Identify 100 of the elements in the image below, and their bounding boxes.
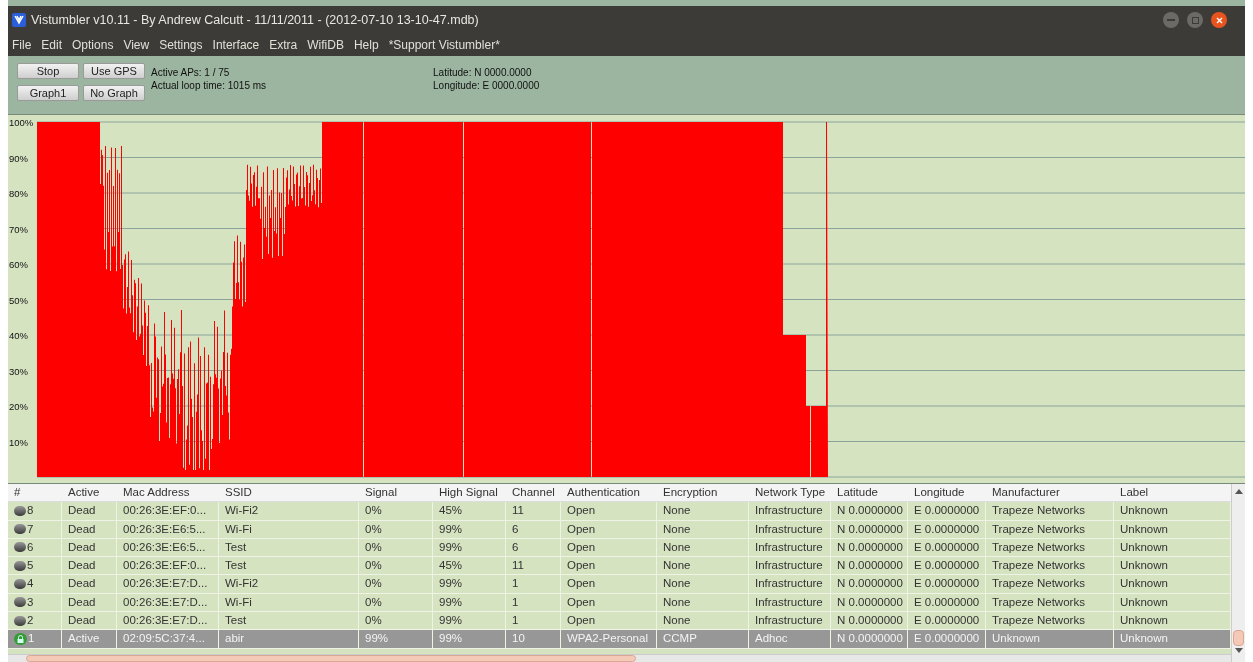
- table-row[interactable]: 4 Dead 00:26:3E:E7:D... Wi-Fi2 0% 99% 1 Open None Infrastructure N 0.0000000 E 0.0000000 Trapeze Networks Unknown: [8, 575, 1231, 594]
- table-cell: Test: [219, 612, 359, 630]
- maximize-button[interactable]: [1187, 12, 1203, 28]
- table-cell: Infrastructure: [749, 557, 831, 575]
- menu-item[interactable]: Extra: [269, 36, 298, 54]
- menu-item[interactable]: Interface: [212, 36, 260, 54]
- table-cell: Infrastructure: [749, 520, 831, 538]
- table-cell: 0%: [359, 520, 433, 538]
- minimize-button[interactable]: [1163, 12, 1179, 28]
- table-cell-text: 2: [27, 613, 34, 629]
- menu-item[interactable]: View: [123, 36, 150, 54]
- gps-text: Longitude: E 0000.0000: [433, 79, 540, 92]
- table-cell: Open: [561, 520, 657, 538]
- column-header[interactable]: Channel: [506, 484, 561, 502]
- table-cell: 0%: [359, 538, 433, 557]
- maximize-icon: [1191, 16, 1199, 24]
- toolbar-button[interactable]: Stop: [17, 63, 79, 79]
- table-cell: Dead: [62, 575, 117, 593]
- table-cell: 99%: [433, 575, 506, 593]
- table-cell: 11: [506, 557, 561, 575]
- toolbar-button[interactable]: Graph1: [17, 85, 79, 101]
- horizontal-scrollbar[interactable]: [8, 654, 1231, 662]
- column-header[interactable]: Mac Address: [117, 484, 219, 502]
- table-row[interactable]: 8 Dead 00:26:3E:EF:0... Wi-Fi2 0% 45% 11 Open None Infrastructure N 0.0000000 E 0.0000000 Trapeze Networks Unknown: [8, 502, 1231, 521]
- table-cell: 45%: [433, 502, 506, 520]
- table-cell: 00:26:3E:EF:0...: [117, 502, 219, 520]
- scrollbar-thumb[interactable]: [1233, 630, 1244, 646]
- table-cell: Dead: [62, 557, 117, 575]
- table-cell: 00:26:3E:E7:D...: [117, 593, 219, 612]
- column-header[interactable]: Latitude: [831, 484, 908, 502]
- table-cell: Trapeze Networks: [986, 575, 1114, 593]
- table-row[interactable]: 2 Dead 00:26:3E:E7:D... Test 0% 99% 1 Open None Infrastructure N 0.0000000 E 0.0000000 Trapeze Networks Unknown: [8, 612, 1231, 631]
- close-icon: [1215, 16, 1223, 24]
- table-cell: Infrastructure: [749, 612, 831, 630]
- lock-icon: [14, 632, 27, 645]
- table-cell: E 0.0000000: [908, 593, 986, 612]
- column-header[interactable]: SSID: [219, 484, 359, 502]
- table-cell: Trapeze Networks: [986, 593, 1114, 612]
- table-cell: 0%: [359, 557, 433, 575]
- column-header[interactable]: Longitude: [908, 484, 986, 502]
- menu-item[interactable]: File: [12, 36, 32, 54]
- menu-item[interactable]: Options: [72, 36, 114, 54]
- table-cell: Dead: [62, 593, 117, 612]
- table-cell: N 0.0000000: [831, 575, 908, 593]
- column-header[interactable]: Encryption: [657, 484, 749, 502]
- menu-item[interactable]: *Support Vistumbler*: [388, 36, 500, 54]
- column-header[interactable]: Authentication: [561, 484, 657, 502]
- table-cell-text: 4: [27, 576, 34, 592]
- column-header[interactable]: Network Type: [749, 484, 831, 502]
- table-cell: 1: [506, 612, 561, 630]
- column-header[interactable]: Active: [62, 484, 117, 502]
- column-header[interactable]: Manufacturer: [986, 484, 1114, 502]
- column-header[interactable]: Label: [1114, 484, 1231, 502]
- vertical-scrollbar[interactable]: [1231, 484, 1245, 662]
- toolbar-button[interactable]: Use GPS: [83, 63, 145, 79]
- table-cell: 0%: [359, 593, 433, 612]
- column-header[interactable]: Signal: [359, 484, 433, 502]
- table-row[interactable]: 5 Dead 00:26:3E:EF:0... Test 0% 45% 11 Open None Infrastructure N 0.0000000 E 0.0000000 Trapeze Networks Unknown: [8, 557, 1231, 576]
- table-cell: E 0.0000000: [908, 538, 986, 557]
- table-cell: None: [657, 612, 749, 630]
- table-cell: Trapeze Networks: [986, 557, 1114, 575]
- status-text: Actual loop time: 1015 ms: [151, 79, 267, 92]
- close-button[interactable]: [1211, 12, 1227, 28]
- table-cell: Test: [219, 557, 359, 575]
- table-cell: 00:26:3E:E6:5...: [117, 538, 219, 557]
- axis-label: 50%: [9, 294, 28, 306]
- table-cell: Active: [62, 630, 117, 648]
- table-cell: Open: [561, 593, 657, 612]
- table-cell: 99%: [433, 612, 506, 630]
- table-cell: N 0.0000000: [831, 557, 908, 575]
- menu-item[interactable]: Edit: [41, 36, 63, 54]
- table-cell: 10: [506, 630, 561, 648]
- table-cell: 45%: [433, 557, 506, 575]
- scroll-down-icon: [1234, 648, 1243, 654]
- table-cell-text: 3: [27, 594, 34, 610]
- table-cell: Adhoc: [749, 630, 831, 648]
- scroll-up-icon: [1234, 488, 1243, 494]
- column-header[interactable]: High Signal: [433, 484, 506, 502]
- status-text: Active APs: 1 / 75: [151, 66, 231, 79]
- table-cell: E 0.0000000: [908, 557, 986, 575]
- menu-item[interactable]: Settings: [159, 36, 203, 54]
- scrollbar-thumb[interactable]: [26, 655, 636, 662]
- table-cell: 0%: [359, 502, 433, 520]
- menu-item[interactable]: WifiDB: [307, 36, 344, 54]
- column-header[interactable]: #: [8, 484, 62, 502]
- table-cell: N 0.0000000: [831, 612, 908, 630]
- table-cell-text: 1: [28, 631, 35, 647]
- table-cell: 1: [506, 593, 561, 612]
- toolbar-button[interactable]: No Graph: [83, 85, 145, 101]
- table-cell: N 0.0000000: [831, 520, 908, 538]
- table-cell: Wi-Fi2: [219, 575, 359, 593]
- table-cell: 00:26:3E:E7:D...: [117, 612, 219, 630]
- table-cell: 6: [506, 520, 561, 538]
- table-cell: N 0.0000000: [831, 593, 908, 612]
- menu-item[interactable]: Help: [353, 36, 379, 54]
- table-cell: N 0.0000000: [831, 502, 908, 520]
- table-cell: None: [657, 520, 749, 538]
- axis-label: 30%: [9, 365, 28, 377]
- table-cell: Open: [561, 575, 657, 593]
- minimize-icon: [1167, 19, 1175, 21]
